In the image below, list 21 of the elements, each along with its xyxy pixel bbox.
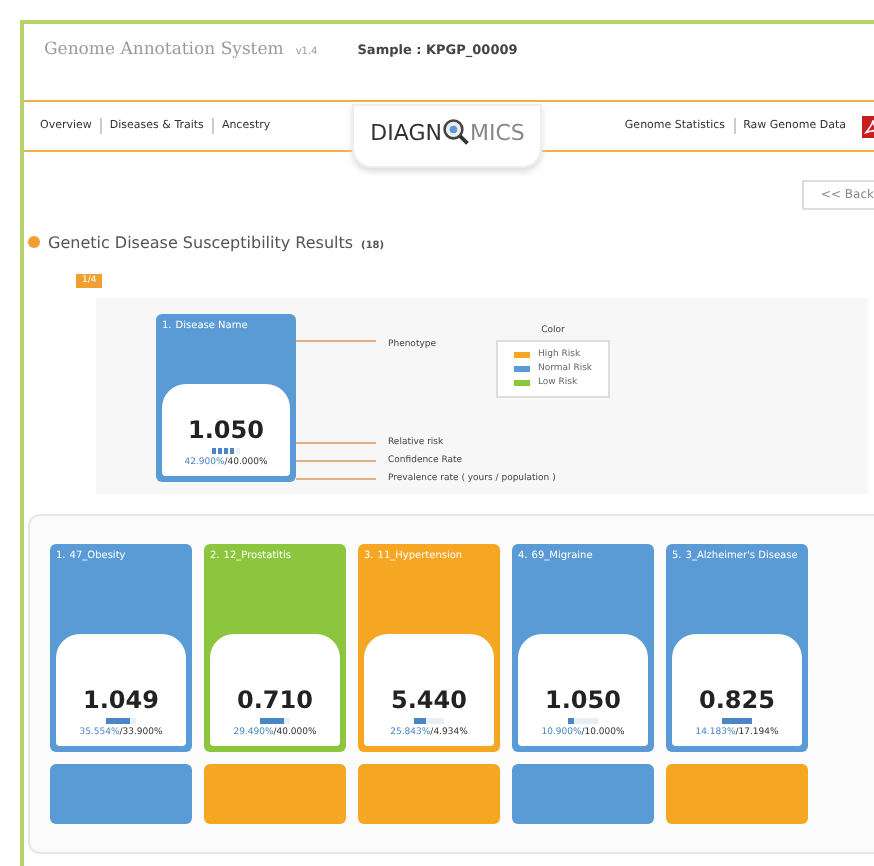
disease-card[interactable] (50, 764, 192, 824)
app-title: Genome Annotation System (44, 40, 284, 60)
section-title: Genetic Disease Susceptibility Results (48, 234, 354, 252)
magnifier-icon (441, 118, 470, 146)
disease-card[interactable] (358, 764, 500, 824)
relative-risk-value: 1.050 (188, 416, 264, 444)
logo-text: DIAGN (370, 119, 442, 145)
relative-risk-value: 0.825 (699, 686, 775, 714)
relative-risk-value: 1.050 (545, 686, 621, 714)
relative-risk-value: 1.049 (83, 686, 159, 714)
relative-risk-value: 5.440 (391, 686, 467, 714)
bullet-icon (28, 236, 40, 248)
logo-text: MICS (469, 119, 525, 145)
leader-line (296, 340, 376, 342)
leader-line (296, 478, 376, 480)
leader-line (296, 442, 376, 444)
leader-line (296, 460, 376, 462)
disease-card[interactable] (204, 764, 346, 824)
relative-risk-value: 0.710 (237, 686, 313, 714)
disease-card[interactable] (512, 764, 654, 824)
disease-card[interactable] (666, 764, 808, 824)
